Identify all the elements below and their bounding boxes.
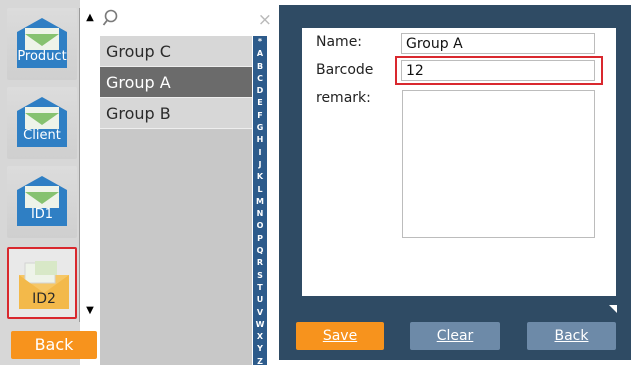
- alphabet-index-letter[interactable]: R: [253, 257, 267, 269]
- group-list: Group C Group A Group B: [100, 36, 252, 365]
- alphabet-index-letter[interactable]: P: [253, 233, 267, 245]
- alphabet-index-letter[interactable]: M: [253, 196, 267, 208]
- clear-button[interactable]: Clear: [410, 322, 500, 350]
- alphabet-index-letter[interactable]: F: [253, 110, 267, 122]
- sidebar-item-id2[interactable]: ID2: [7, 247, 77, 319]
- alphabet-index-letter[interactable]: S: [253, 270, 267, 282]
- scroll-up-icon[interactable]: ▲: [83, 11, 97, 25]
- name-label: Name:: [316, 34, 363, 50]
- sidebar-item-label: ID2: [32, 291, 56, 307]
- alphabet-index-letter[interactable]: Z: [253, 356, 267, 365]
- alphabet-index-letter[interactable]: W: [253, 319, 267, 331]
- barcode-label: Barcode: [316, 62, 374, 78]
- alphabet-index-letter[interactable]: A: [253, 48, 267, 60]
- alphabet-index-letter[interactable]: D: [253, 85, 267, 97]
- alphabet-index-letter[interactable]: Y: [253, 343, 267, 355]
- alphabet-index-letter[interactable]: X: [253, 331, 267, 343]
- alphabet-index-letter[interactable]: G: [253, 122, 267, 134]
- clear-button-label: Clear: [436, 328, 474, 344]
- form-back-button[interactable]: Back: [527, 322, 616, 350]
- back-button[interactable]: Back: [11, 331, 97, 359]
- alphabet-index-letter[interactable]: C: [253, 73, 267, 85]
- resize-handle-icon[interactable]: [609, 305, 617, 313]
- scroll-down-icon[interactable]: ▼: [83, 304, 97, 318]
- sidebar-item-product[interactable]: Product: [7, 8, 77, 80]
- search-field[interactable]: ×: [100, 8, 276, 35]
- alphabet-index-letter[interactable]: T: [253, 282, 267, 294]
- alphabet-index-letter[interactable]: Q: [253, 245, 267, 257]
- alphabet-index-letter[interactable]: O: [253, 220, 267, 232]
- save-button-label: Save: [322, 328, 358, 344]
- alphabet-index-letter[interactable]: U: [253, 294, 267, 306]
- clear-search-icon[interactable]: ×: [258, 10, 272, 30]
- save-button[interactable]: Save: [296, 322, 384, 350]
- alphabet-index-letter[interactable]: L: [253, 184, 267, 196]
- sidebar-item-id1[interactable]: ID1: [7, 166, 77, 238]
- sidebar: Product Client ID1 ID2: [0, 0, 80, 365]
- list-item[interactable]: Group B: [100, 98, 252, 129]
- form-back-button-label: Back: [554, 328, 589, 344]
- alphabet-index-letter[interactable]: V: [253, 307, 267, 319]
- alphabet-index-letter[interactable]: I: [253, 147, 267, 159]
- remark-field[interactable]: [402, 90, 595, 238]
- sidebar-item-label: Client: [23, 128, 61, 143]
- alphabet-index-letter[interactable]: *: [253, 36, 267, 48]
- remark-label: remark:: [316, 90, 371, 106]
- sidebar-scrollbar[interactable]: ▲ ▼: [79, 8, 99, 322]
- barcode-field[interactable]: [401, 60, 595, 81]
- alphabet-index-letter[interactable]: K: [253, 171, 267, 183]
- alphabet-index[interactable]: * A B C D E F G H I J K L M N O P Q R S T U V W X Y Z: [253, 36, 267, 365]
- list-item[interactable]: Group C: [100, 36, 252, 67]
- sidebar-item-client[interactable]: Client: [7, 87, 77, 159]
- name-field[interactable]: [401, 33, 595, 54]
- alphabet-index-letter[interactable]: N: [253, 208, 267, 220]
- alphabet-index-letter[interactable]: E: [253, 97, 267, 109]
- sidebar-item-label: Product: [17, 49, 67, 64]
- alphabet-index-letter[interactable]: J: [253, 159, 267, 171]
- search-icon: [102, 9, 118, 26]
- alphabet-index-letter[interactable]: B: [253, 61, 267, 73]
- alphabet-index-letter[interactable]: H: [253, 134, 267, 146]
- list-item[interactable]: Group A: [100, 67, 252, 98]
- sidebar-item-label: ID1: [30, 207, 54, 222]
